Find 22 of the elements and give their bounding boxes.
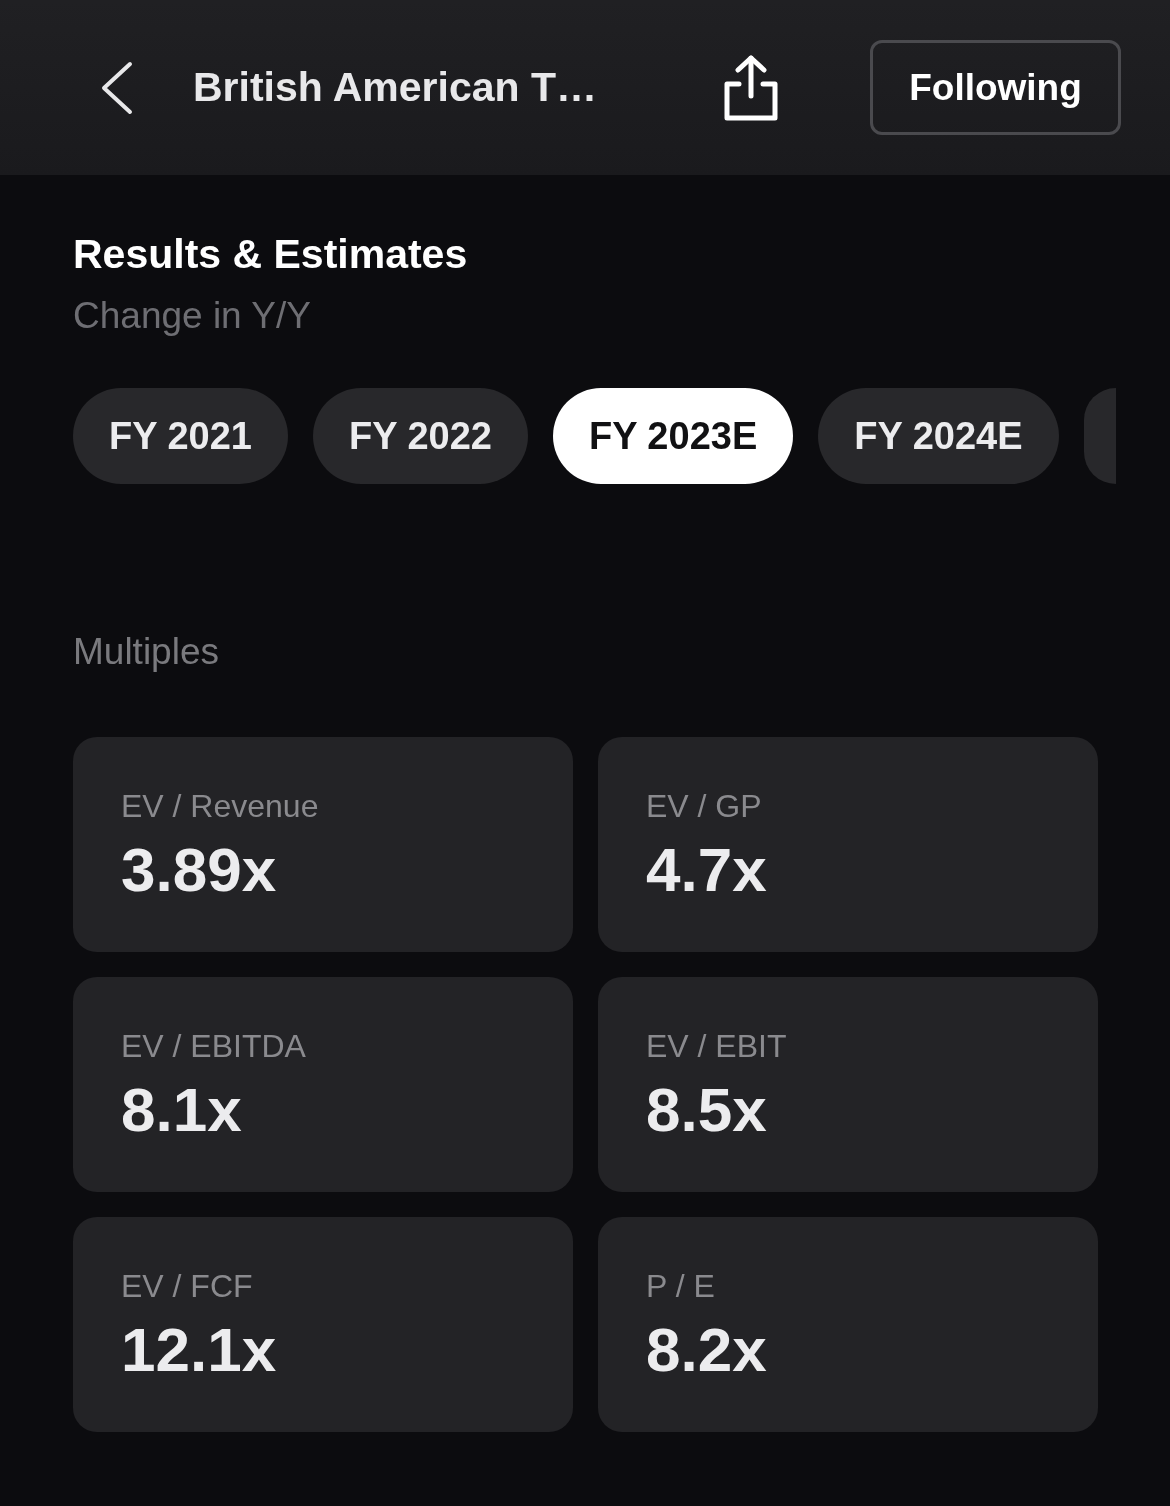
multiple-value: 8.5x — [646, 1077, 767, 1143]
year-tab[interactable]: FY 2022 — [312, 388, 528, 484]
following-button[interactable]: Following — [870, 40, 1121, 135]
multiple-value: 8.2x — [646, 1317, 767, 1383]
multiple-label: P / E — [646, 1267, 715, 1305]
multiple-label: EV / EBIT — [646, 1027, 787, 1065]
section-subtitle: Change in Y/Y — [73, 294, 312, 338]
share-icon[interactable] — [722, 53, 780, 122]
multiple-label: EV / Revenue — [121, 787, 319, 825]
page-title: British American T… — [193, 67, 598, 108]
multiple-value: 12.1x — [121, 1317, 277, 1383]
year-tab[interactable]: FY 2021 — [73, 388, 288, 484]
multiple-value: 8.1x — [121, 1077, 242, 1143]
multiple-label: EV / EBITDA — [121, 1027, 306, 1065]
year-tab[interactable]: FY 2024E — [818, 388, 1059, 484]
section-title: Results & Estimates — [73, 230, 469, 278]
multiples-heading: Multiples — [73, 630, 220, 674]
multiple-label: EV / GP — [646, 787, 762, 825]
multiple-value: 3.89x — [121, 837, 277, 903]
multiple-label: EV / FCF — [121, 1267, 253, 1305]
multiple-value: 4.7x — [646, 837, 767, 903]
year-tab[interactable]: FY 2023E — [552, 388, 794, 484]
